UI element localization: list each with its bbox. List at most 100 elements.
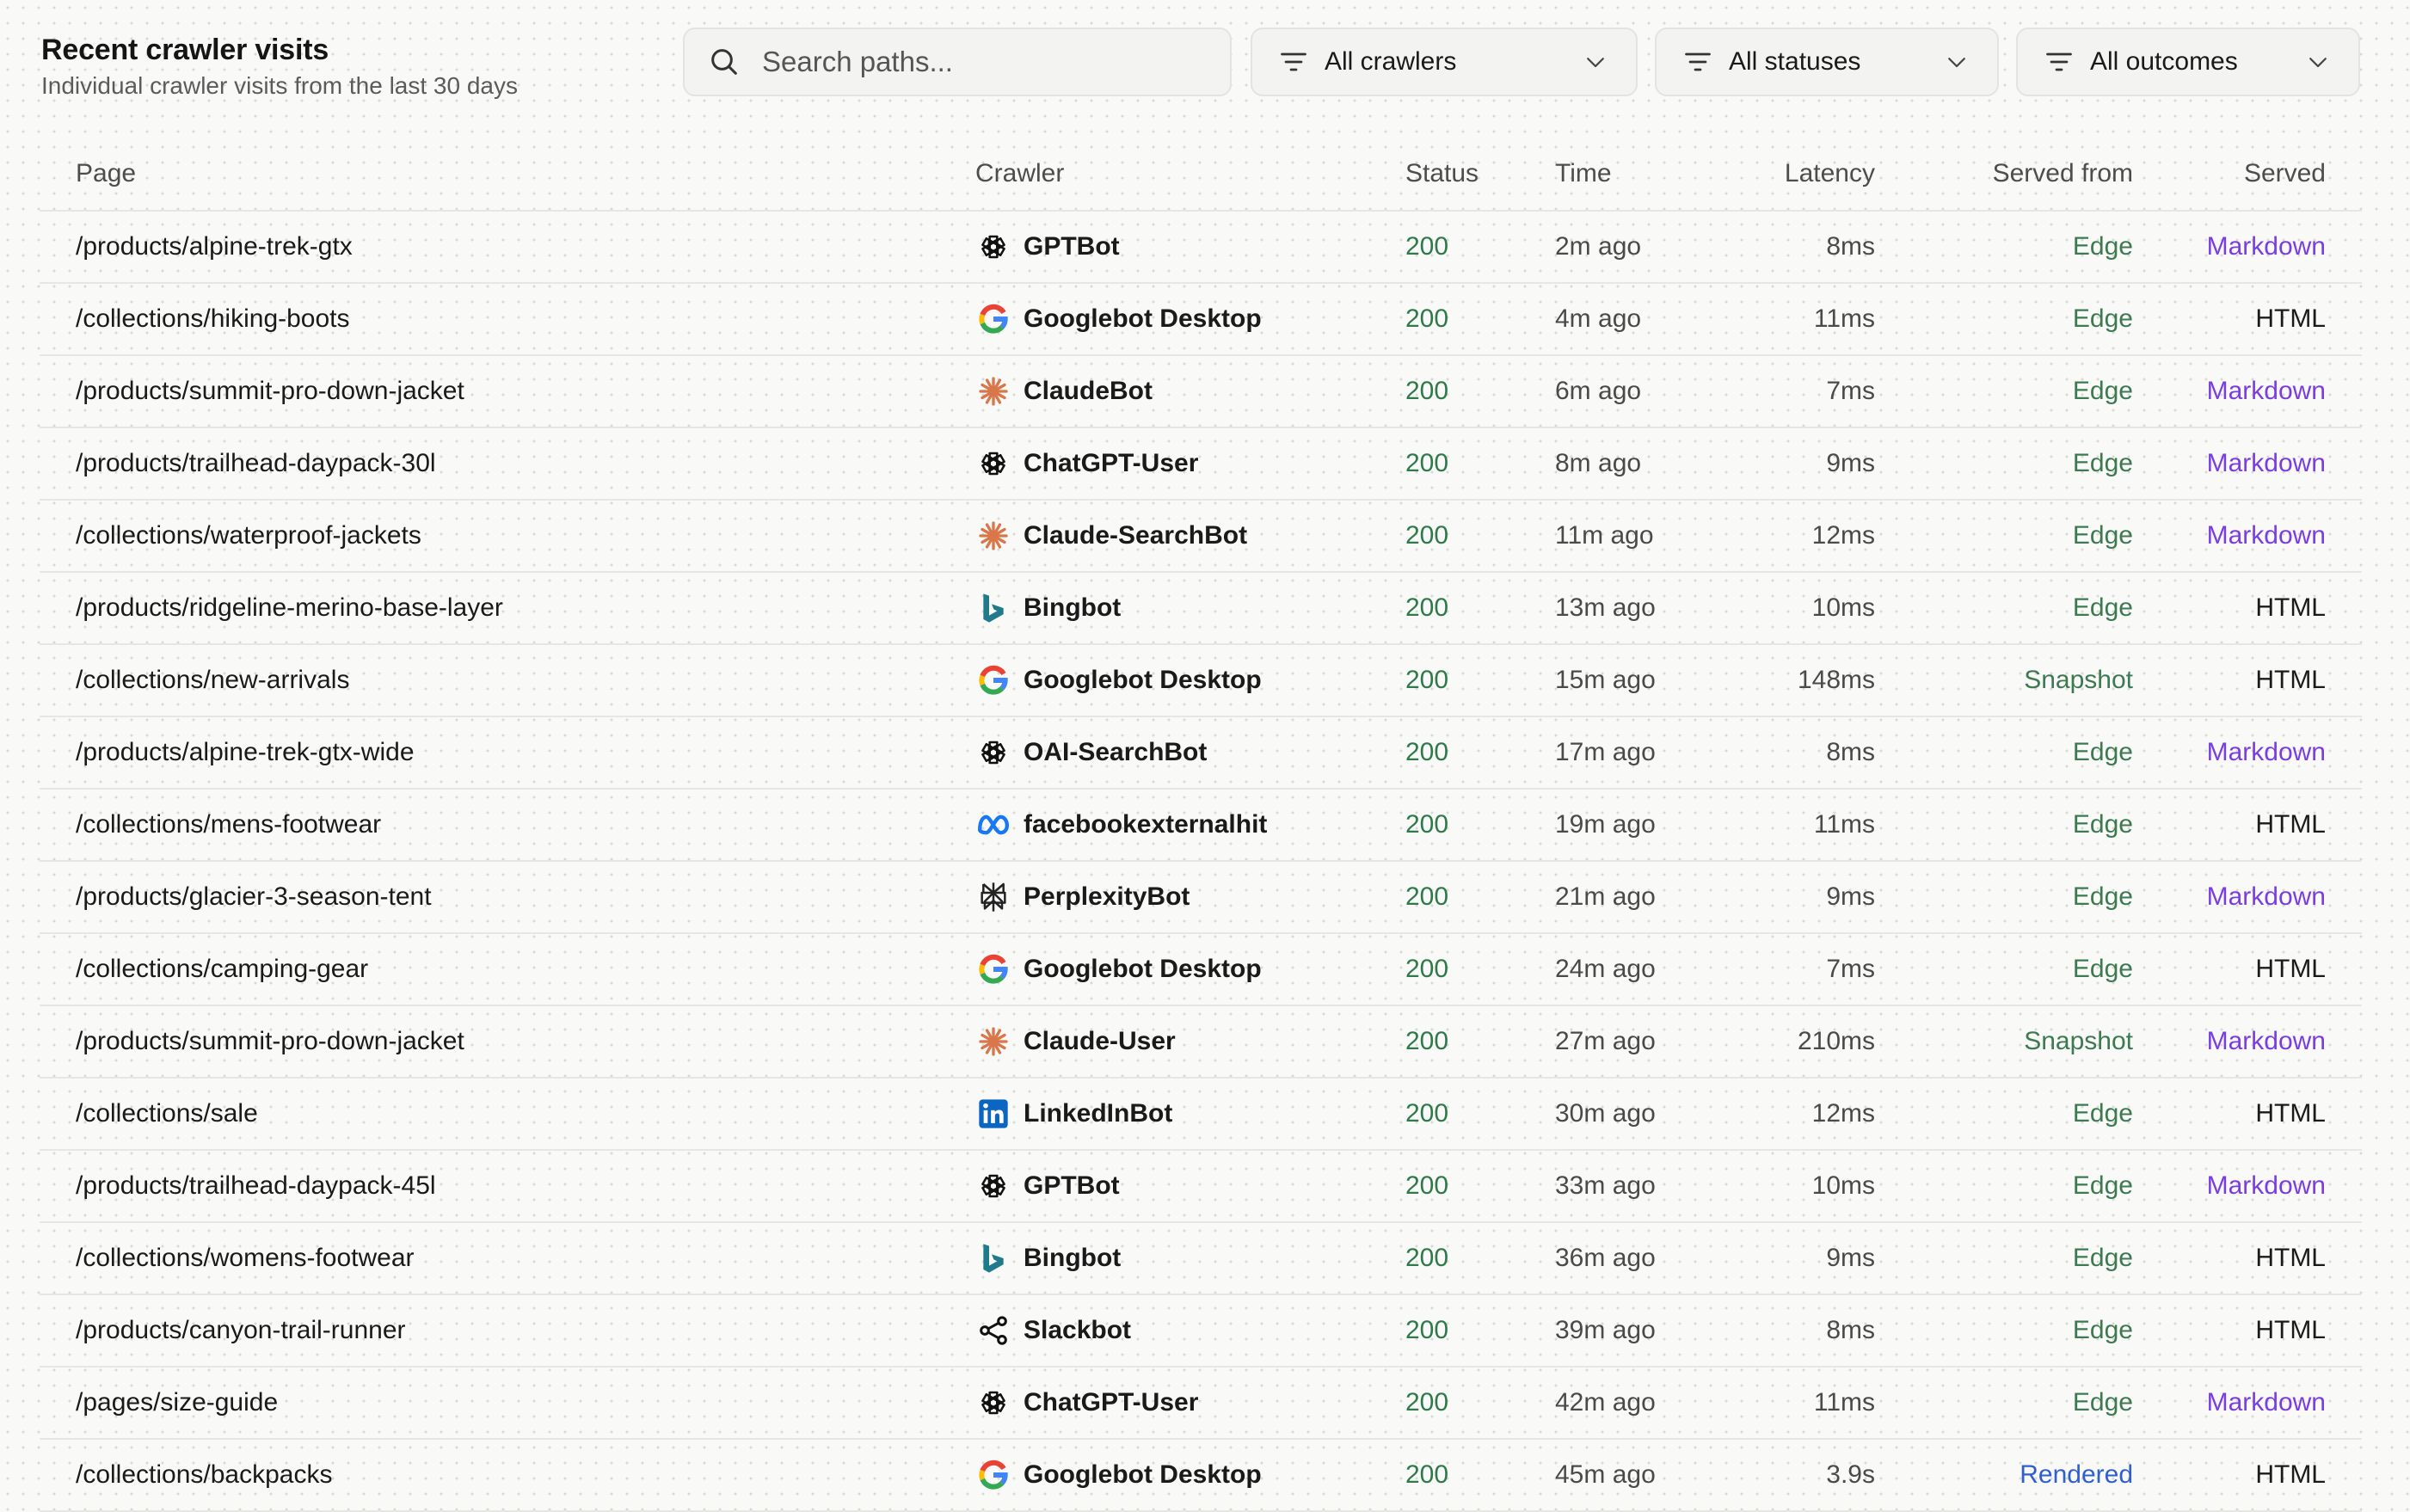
page-path[interactable]: /collections/waterproof-jackets bbox=[76, 501, 421, 571]
visit-time: 17m ago bbox=[1555, 738, 1656, 766]
page-path[interactable]: /products/alpine-trek-gtx-wide bbox=[76, 717, 415, 788]
table-row[interactable]: /collections/waterproof-jackets Claude-Se… bbox=[40, 501, 2362, 573]
visit-time: 2m ago bbox=[1555, 232, 1642, 261]
table-row[interactable]: /products/summit-pro-down-jacket ClaudeBo… bbox=[40, 356, 2362, 428]
table-row[interactable]: /products/glacier-3-season-tent Perplexit… bbox=[40, 862, 2362, 934]
visit-time: 33m ago bbox=[1555, 1171, 1656, 1200]
crawler-name: Googlebot Desktop bbox=[1024, 955, 1262, 983]
table-row[interactable]: /products/summit-pro-down-jacket Claude-U… bbox=[40, 1006, 2362, 1079]
served-from-value: Edge bbox=[2072, 521, 2133, 550]
crawler-cell: GPTBot bbox=[975, 1151, 1120, 1221]
page-path[interactable]: /collections/hiking-boots bbox=[76, 284, 350, 354]
search-input[interactable] bbox=[760, 45, 1230, 79]
table-row[interactable]: /collections/hiking-boots Googlebot Deskt… bbox=[40, 284, 2362, 356]
page-path[interactable]: /collections/new-arrivals bbox=[76, 645, 349, 716]
latency-value: 8ms bbox=[1826, 1316, 1875, 1344]
latency-value: 9ms bbox=[1826, 449, 1875, 477]
served-from-value: Snapshot bbox=[2024, 666, 2133, 694]
table-row[interactable]: /pages/size-guide ChatGPT-User 200 42m ago 1… bbox=[40, 1368, 2362, 1440]
page-path[interactable]: /products/trailhead-daypack-30l bbox=[76, 428, 436, 499]
table-row[interactable]: /products/trailhead-daypack-30l ChatGPT-U… bbox=[40, 428, 2362, 501]
table-row[interactable]: /products/alpine-trek-gtx GPTBot 200 2m ago… bbox=[40, 212, 2362, 284]
perplexity-icon bbox=[975, 879, 1011, 915]
page-path[interactable]: /products/canyon-trail-runner bbox=[76, 1295, 406, 1366]
crawler-name: ChatGPT-User bbox=[1024, 1388, 1199, 1417]
crawler-name: ChatGPT-User bbox=[1024, 449, 1199, 477]
claude-icon bbox=[975, 518, 1011, 554]
served-format-value: Markdown bbox=[2206, 1171, 2326, 1200]
crawler-name: facebookexternalhit bbox=[1024, 810, 1268, 839]
page-path[interactable]: /products/summit-pro-down-jacket bbox=[76, 1006, 464, 1077]
page-path[interactable]: /products/alpine-trek-gtx bbox=[76, 212, 353, 282]
crawler-cell: Slackbot bbox=[975, 1295, 1131, 1366]
outcome-filter-dropdown[interactable]: All outcomes bbox=[2016, 28, 2360, 96]
column-header-served[interactable]: Served bbox=[2244, 138, 2326, 210]
crawler-name: ClaudeBot bbox=[1024, 377, 1153, 405]
page-path[interactable]: /collections/camping-gear bbox=[76, 934, 368, 1005]
crawler-cell: OAI-SearchBot bbox=[975, 717, 1207, 788]
status-code: 200 bbox=[1405, 1388, 1449, 1417]
crawler-cell: LinkedInBot bbox=[975, 1079, 1172, 1149]
crawler-name: Claude-SearchBot bbox=[1024, 521, 1248, 550]
column-header-page[interactable]: Page bbox=[76, 138, 136, 210]
crawler-name: Googlebot Desktop bbox=[1024, 304, 1262, 333]
table-row[interactable]: /products/alpine-trek-gtx-wide OAI-Search… bbox=[40, 717, 2362, 790]
status-code: 200 bbox=[1405, 882, 1449, 911]
page-path[interactable]: /products/glacier-3-season-tent bbox=[76, 862, 432, 932]
column-header-time[interactable]: Time bbox=[1555, 138, 1612, 210]
latency-value: 11ms bbox=[1813, 304, 1875, 333]
served-from-value: Edge bbox=[2072, 1244, 2133, 1272]
visit-time: 39m ago bbox=[1555, 1316, 1656, 1344]
table-row[interactable]: /collections/mens-footwear facebookextern… bbox=[40, 790, 2362, 862]
served-format-value: Markdown bbox=[2206, 521, 2326, 550]
latency-value: 10ms bbox=[1811, 1171, 1875, 1200]
table-row[interactable]: /collections/sale LinkedInBot 200 30m ago 12… bbox=[40, 1079, 2362, 1151]
claude-icon bbox=[975, 1023, 1011, 1060]
column-header-latency[interactable]: Latency bbox=[1785, 138, 1875, 210]
table-row[interactable]: /collections/backpacks Googlebot Desktop 2… bbox=[40, 1440, 2362, 1512]
latency-value: 7ms bbox=[1826, 955, 1875, 983]
status-filter-label: All statuses bbox=[1729, 47, 1861, 76]
latency-value: 8ms bbox=[1826, 738, 1875, 766]
status-code: 200 bbox=[1405, 1316, 1449, 1344]
visit-time: 13m ago bbox=[1555, 593, 1656, 622]
table-row[interactable]: /collections/womens-footwear Bingbot 200 36… bbox=[40, 1223, 2362, 1295]
column-header-status[interactable]: Status bbox=[1405, 138, 1479, 210]
page-path[interactable]: /products/ridgeline-merino-base-layer bbox=[76, 573, 503, 643]
table-row[interactable]: /products/ridgeline-merino-base-layer Bin… bbox=[40, 573, 2362, 645]
table-row[interactable]: /products/trailhead-daypack-45l GPTBot 200… bbox=[40, 1151, 2362, 1223]
status-code: 200 bbox=[1405, 810, 1449, 839]
page-path[interactable]: /collections/backpacks bbox=[76, 1440, 332, 1510]
served-format-value: Markdown bbox=[2206, 1388, 2326, 1417]
openai-icon bbox=[975, 734, 1011, 771]
status-code: 200 bbox=[1405, 666, 1449, 694]
page-path[interactable]: /collections/womens-footwear bbox=[76, 1223, 415, 1294]
page-path[interactable]: /collections/mens-footwear bbox=[76, 790, 381, 860]
crawler-name: OAI-SearchBot bbox=[1024, 738, 1208, 766]
status-filter-dropdown[interactable]: All statuses bbox=[1655, 28, 1999, 96]
crawler-name: Slackbot bbox=[1024, 1316, 1132, 1344]
google-icon bbox=[975, 951, 1011, 987]
crawler-cell: GPTBot bbox=[975, 212, 1120, 282]
page-path[interactable]: /pages/size-guide bbox=[76, 1368, 278, 1438]
crawler-visits-table: Page Crawler Status Time Latency Served … bbox=[40, 138, 2362, 1512]
served-from-value: Edge bbox=[2072, 1099, 2133, 1128]
served-from-value: Edge bbox=[2072, 810, 2133, 839]
status-code: 200 bbox=[1405, 955, 1449, 983]
page-path[interactable]: /products/trailhead-daypack-45l bbox=[76, 1151, 436, 1221]
column-header-served-from[interactable]: Served from bbox=[1993, 138, 2133, 210]
google-icon bbox=[975, 662, 1011, 698]
page-path[interactable]: /collections/sale bbox=[76, 1079, 258, 1149]
latency-value: 12ms bbox=[1811, 1099, 1875, 1128]
served-format-value: Markdown bbox=[2206, 232, 2326, 261]
crawler-filter-dropdown[interactable]: All crawlers bbox=[1251, 28, 1638, 96]
table-row[interactable]: /products/canyon-trail-runner Slackbot 200… bbox=[40, 1295, 2362, 1368]
search-box[interactable] bbox=[683, 28, 1232, 96]
linkedin-icon bbox=[975, 1096, 1011, 1132]
table-row[interactable]: /collections/camping-gear Googlebot Deskt… bbox=[40, 934, 2362, 1006]
page-path[interactable]: /products/summit-pro-down-jacket bbox=[76, 356, 464, 427]
column-header-crawler[interactable]: Crawler bbox=[975, 138, 1064, 210]
visit-time: 30m ago bbox=[1555, 1099, 1656, 1128]
table-row[interactable]: /collections/new-arrivals Googlebot Deskt… bbox=[40, 645, 2362, 717]
crawler-name: GPTBot bbox=[1024, 232, 1120, 261]
